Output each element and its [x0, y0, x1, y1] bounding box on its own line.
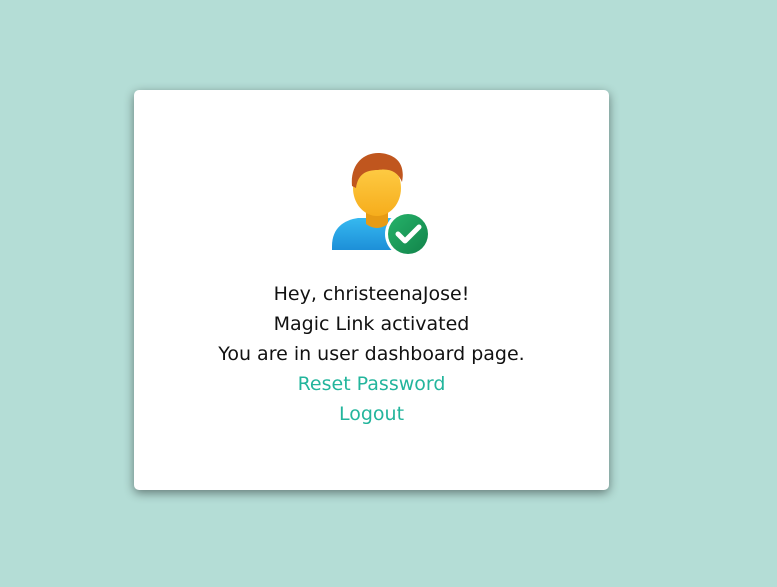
- message-block: Hey, christeenaJose! Magic Link activate…: [134, 279, 609, 429]
- location-text: You are in user dashboard page.: [218, 343, 525, 365]
- user-verified-icon: [328, 150, 432, 258]
- reset-password-link[interactable]: Reset Password: [298, 373, 446, 395]
- status-text: Magic Link activated: [273, 313, 470, 335]
- logout-link[interactable]: Logout: [339, 403, 404, 425]
- dashboard-card: Hey, christeenaJose! Magic Link activate…: [134, 90, 609, 490]
- greeting-text: Hey, christeenaJose!: [273, 283, 470, 305]
